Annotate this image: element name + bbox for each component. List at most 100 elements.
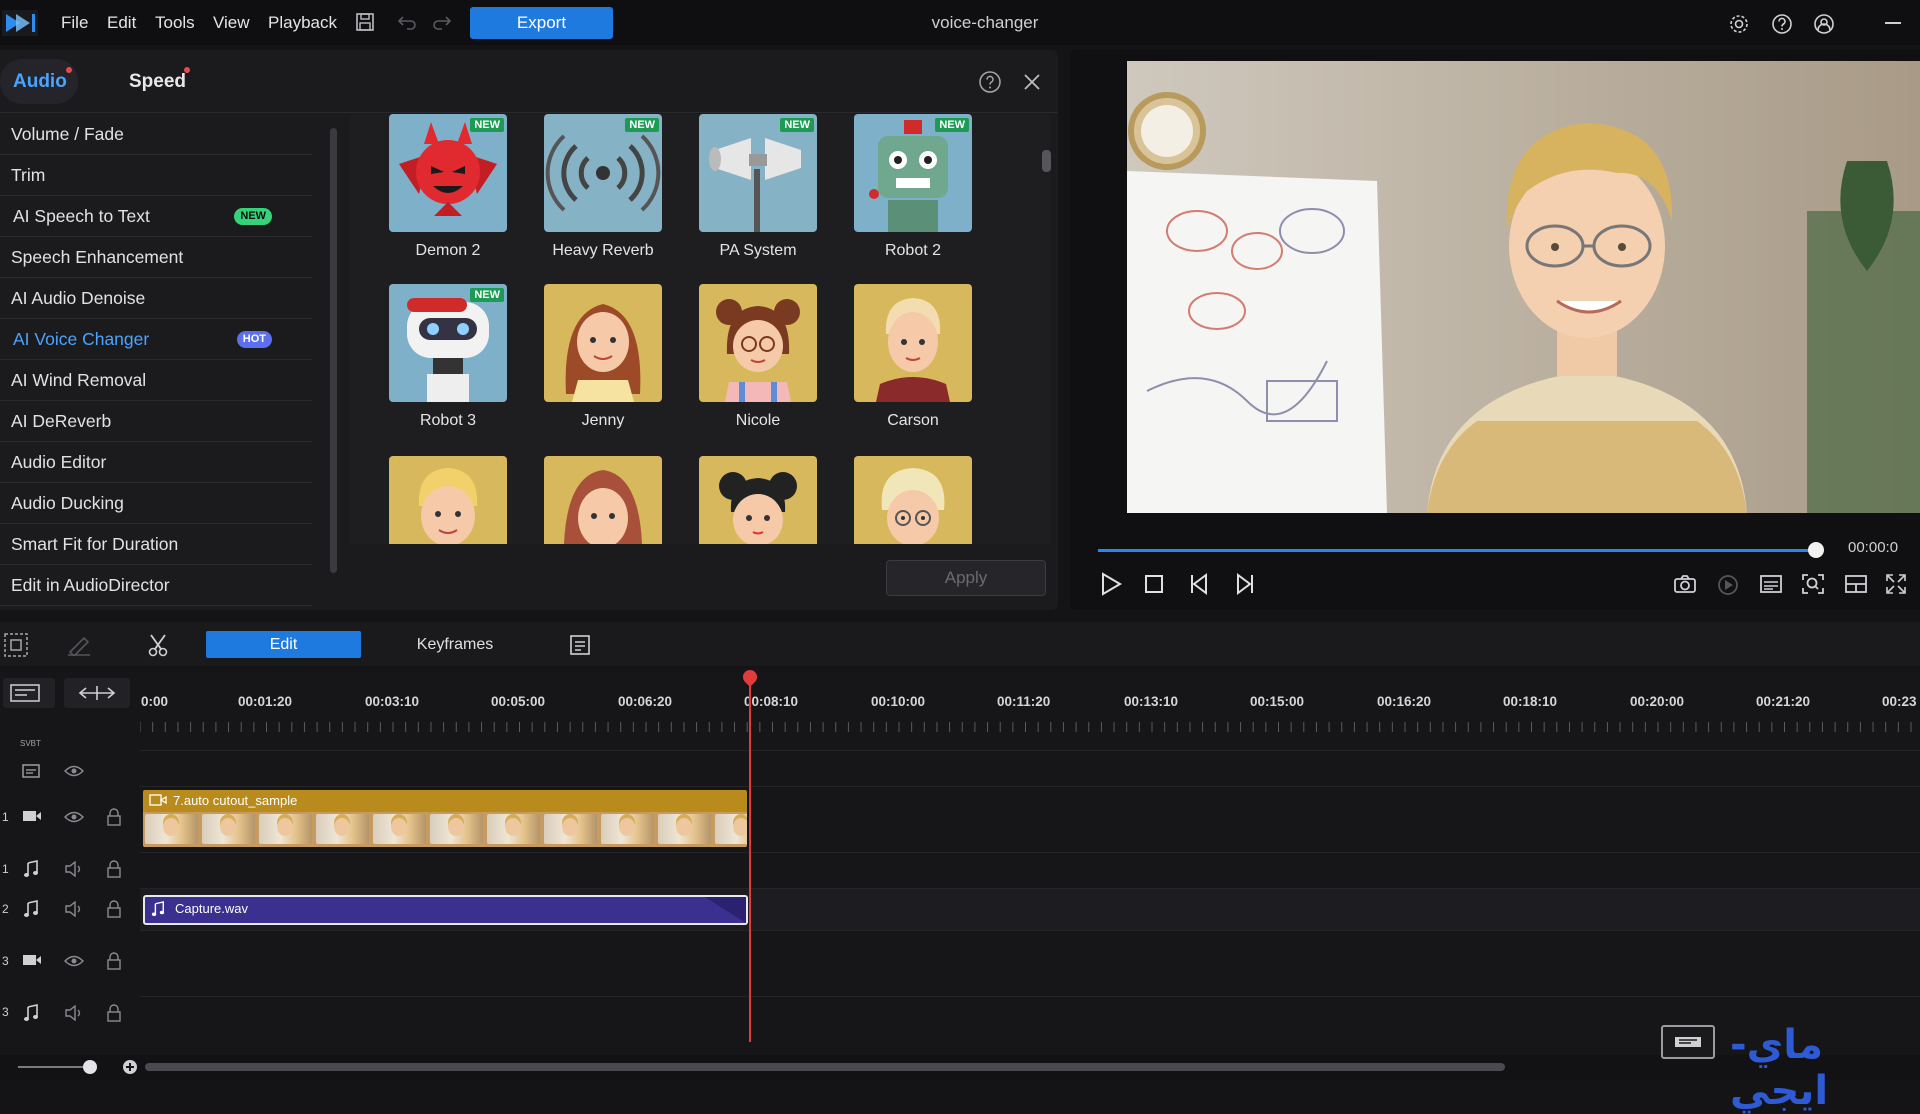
video-track-lock-icon[interactable] [106,952,122,970]
menu-item-speech-enhancement[interactable]: Speech Enhancement [0,237,312,278]
menu-item-label: AI Wind Removal [11,370,147,390]
video-clip[interactable]: 7.auto cutout_sample [143,790,747,847]
zoom-slider-knob[interactable] [83,1060,97,1074]
audio-track-1-row[interactable] [140,852,1920,888]
zoom-in-icon[interactable] [122,1059,138,1075]
menu-playback[interactable]: Playback [268,0,337,45]
audio-track-speaker-icon[interactable] [64,861,84,877]
audio-track-lock-icon[interactable] [106,900,122,918]
audio-clip[interactable]: Capture.wav [143,895,748,925]
menu-item-ai-audio-denoise[interactable]: AI Audio Denoise [0,278,312,319]
menu-item-ai-voice-changer[interactable]: AI Voice Changer HOT [0,319,312,360]
zoom-icon[interactable] [1801,573,1825,595]
audio-track-speaker-icon[interactable] [64,901,84,917]
previous-frame-icon[interactable] [1188,572,1212,596]
fullscreen-icon[interactable] [1885,573,1907,595]
select-tool-icon[interactable] [3,632,29,658]
video-track-3-row[interactable] [140,930,1920,996]
timeline-horizontal-scrollbar[interactable] [145,1063,1505,1071]
menu-edit[interactable]: Edit [107,0,136,45]
subtitle-icon[interactable] [1759,574,1783,594]
menu-view[interactable]: View [213,0,250,45]
video-track-eye-icon[interactable] [64,810,84,824]
menu-item-audio-editor[interactable]: Audio Editor [0,442,312,483]
video-track-icon [22,953,42,967]
audio-track-lock-icon[interactable] [106,1004,122,1022]
redo-icon[interactable] [432,14,452,30]
window-title: voice-changer [931,13,1039,32]
voice-card-woman[interactable] [544,456,662,544]
save-icon[interactable] [355,12,375,32]
edit-button[interactable]: Edit [206,631,361,658]
account-icon[interactable] [1813,13,1835,35]
menu-item-label: Speech Enhancement [11,247,184,267]
menu-item-ai-wind-removal[interactable]: AI Wind Removal [0,360,312,401]
split-scissors-icon[interactable] [147,633,169,657]
track-manager-icon[interactable] [3,678,55,708]
pen-tool-icon[interactable] [66,634,92,656]
zoom-slider-track[interactable] [18,1066,93,1068]
record-audio-icon[interactable] [1717,574,1739,596]
track-number: 1 [2,810,9,824]
voice-card-jenny[interactable]: Jenny [544,284,662,430]
keyframes-button[interactable]: Keyframes [395,631,515,658]
subtitle-visibility-eye-icon[interactable] [64,764,84,778]
filmstrip-frame [658,814,711,844]
voice-card-robot-3[interactable]: NEW Robot 3 [389,284,507,430]
menu-item-trim[interactable]: Trim [0,155,312,196]
voice-card-demon-2[interactable]: NEW Demon 2 [389,114,507,260]
filmstrip-frame [316,814,369,844]
voice-card-heavy-reverb[interactable]: NEW Heavy Reverb [544,114,662,260]
apply-button[interactable]: Apply [886,560,1046,596]
minimize-icon[interactable] [1885,22,1901,24]
timeline-list-icon[interactable] [568,633,592,657]
menu-item-edit-in-audiodirector[interactable]: Edit in AudioDirector [0,565,312,606]
playhead-line[interactable] [749,676,751,1042]
menu-item-smart-fit[interactable]: Smart Fit for Duration [0,524,312,565]
menu-item-volume-fade[interactable]: Volume / Fade [0,114,312,155]
play-icon[interactable] [1100,572,1122,596]
settings-gear-icon[interactable] [1728,13,1750,35]
video-track-eye-icon[interactable] [64,954,84,968]
menu-file[interactable]: File [61,0,88,45]
ruler-tick-label: 00:15:00 [1250,694,1305,709]
voice-card-pa-system[interactable]: NEW PA System [699,114,817,260]
audio-track-3-row[interactable] [140,996,1920,1036]
export-button[interactable]: Export [470,7,613,39]
panel-close-icon[interactable] [1022,72,1042,92]
timeline-ruler[interactable]: 0:00 00:01:20 00:03:10 00:05:00 00:06:20… [140,680,1920,740]
mini-monitor-icon[interactable] [1661,1025,1715,1059]
layout-toggle-icon[interactable] [1844,574,1868,594]
playback-scrubber-knob[interactable] [1808,542,1824,558]
new-tag: NEW [470,118,504,132]
voice-card-nicole[interactable]: Nicole [699,284,817,430]
audio-track-lock-icon[interactable] [106,860,122,878]
menu-item-ai-dereverb[interactable]: AI DeReverb [0,401,312,442]
voice-card-girl[interactable] [699,456,817,544]
panel-help-icon[interactable] [978,70,1002,94]
menu-scrollbar[interactable] [330,128,337,573]
watermark-logo: ماي-ايجي [1730,1022,1829,1114]
fit-timeline-icon[interactable] [64,678,130,708]
new-tag: NEW [780,118,814,132]
snapshot-camera-icon[interactable] [1673,574,1697,594]
grid-scrollbar-thumb[interactable] [1042,150,1051,172]
video-track-lock-icon[interactable] [106,808,122,826]
voice-card-carson[interactable]: Carson [854,284,972,430]
audio-track-note-icon [23,860,39,878]
audio-track-speaker-icon[interactable] [64,1005,84,1021]
subtitle-track-row[interactable] [140,750,1920,786]
voice-card-boy[interactable] [389,456,507,544]
help-icon[interactable] [1771,13,1793,35]
menu-tools[interactable]: Tools [155,0,195,45]
menu-item-audio-ducking[interactable]: Audio Ducking [0,483,312,524]
video-preview[interactable] [1127,61,1920,513]
menu-item-ai-speech-to-text[interactable]: AI Speech to Text NEW [0,196,312,237]
voice-card-robot-2[interactable]: NEW Robot 2 [854,114,972,260]
tab-audio[interactable]: Audio [13,50,67,113]
undo-icon[interactable] [397,14,417,30]
voice-card-old-man[interactable] [854,456,972,544]
next-frame-icon[interactable] [1232,572,1256,596]
tab-speed[interactable]: Speed [129,50,186,113]
stop-icon[interactable] [1144,574,1164,594]
